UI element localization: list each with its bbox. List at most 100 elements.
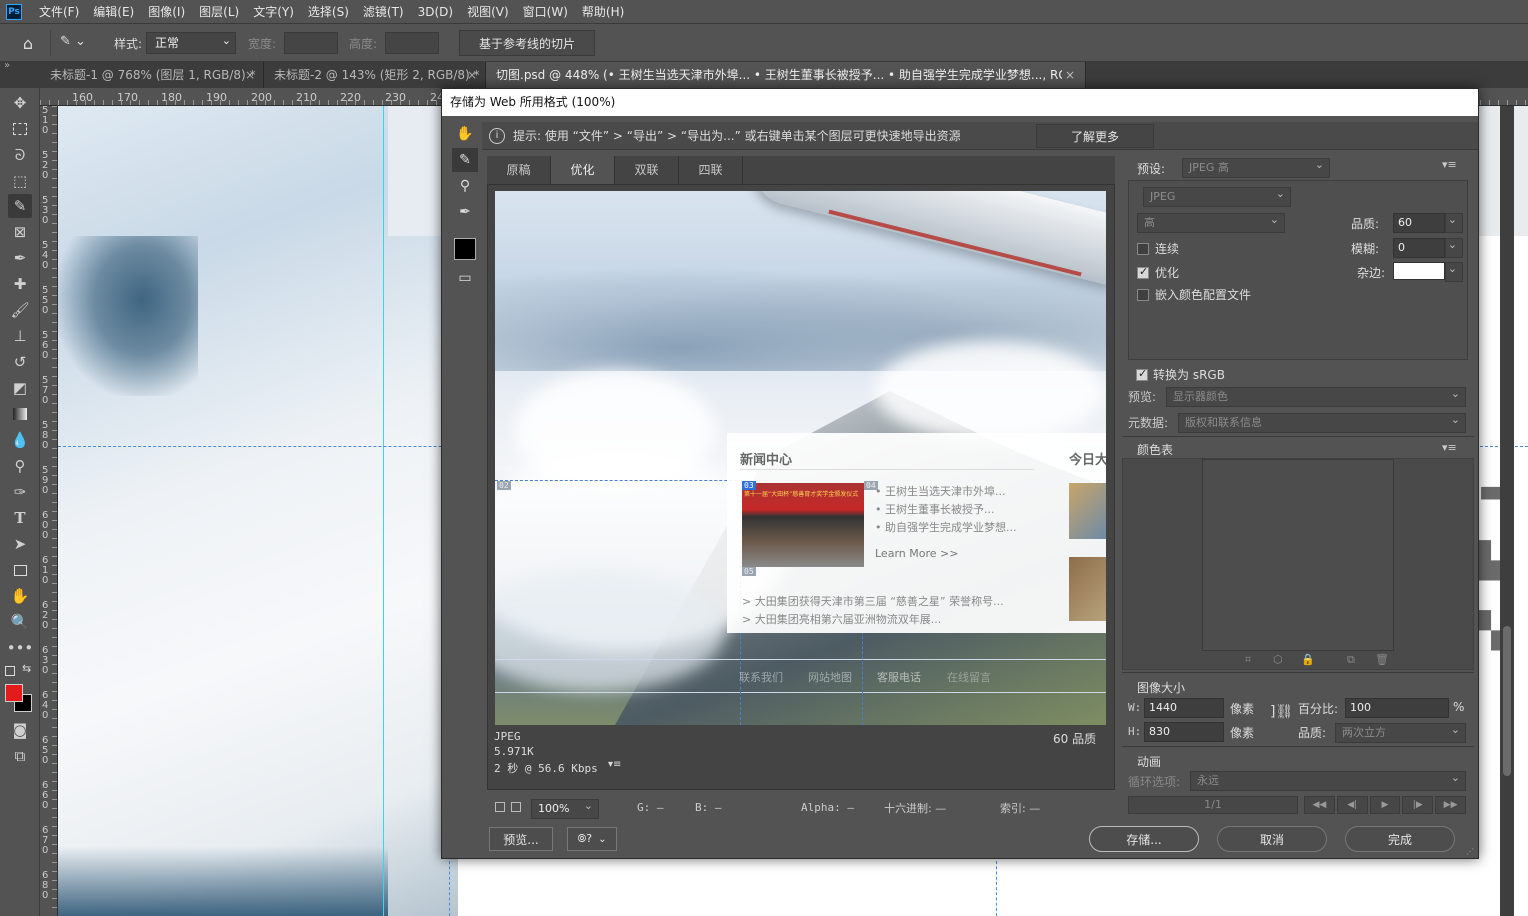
brush-tool-icon[interactable]: 🖌 — [8, 298, 32, 322]
previous-frame-icon[interactable]: ◀| — [1336, 796, 1368, 814]
footer-link[interactable]: 联系我们 — [739, 669, 783, 685]
loop-options-select[interactable]: 永远 — [1190, 769, 1466, 791]
healing-brush-tool-icon[interactable]: ✚ — [8, 272, 32, 296]
eyedropper-tool-icon[interactable]: ✒ — [8, 246, 32, 270]
play-icon[interactable]: ▶ — [1369, 796, 1401, 814]
gradient-tool-icon[interactable] — [8, 402, 32, 426]
slice-badge[interactable]: 03 — [742, 481, 756, 490]
menu-file[interactable]: 文件(F) — [32, 0, 86, 24]
percent-input[interactable]: 100 — [1345, 698, 1449, 718]
eyedropper-tool-icon[interactable]: ✒ — [452, 200, 478, 224]
preview-in-browser-button[interactable]: 预览... — [489, 827, 553, 851]
history-brush-tool-icon[interactable]: ↺ — [8, 350, 32, 374]
foreground-color-swatch[interactable] — [5, 684, 23, 702]
close-icon[interactable]: × — [245, 62, 255, 88]
headline-item[interactable]: • 助自强学生完成学业梦想... — [875, 519, 1017, 535]
height-input[interactable]: 830 — [1144, 722, 1224, 742]
menu-image[interactable]: 图像(I) — [141, 0, 192, 24]
zoom-tool-icon[interactable]: ⚲ — [452, 174, 478, 198]
menu-filter[interactable]: 滤镜(T) — [356, 0, 411, 24]
clone-stamp-tool-icon[interactable]: ⊥ — [8, 324, 32, 348]
quality-input[interactable]: 60 — [1393, 213, 1445, 233]
lasso-tool-icon[interactable]: ᘐ — [8, 143, 32, 167]
convert-srgb-checkbox[interactable] — [1136, 367, 1148, 381]
menu-edit[interactable]: 编辑(E) — [86, 0, 141, 24]
lock-icon[interactable]: 🔒 — [1301, 653, 1315, 666]
format-select[interactable]: JPEG — [1143, 185, 1291, 207]
new-color-icon[interactable]: ⧉ — [1347, 653, 1355, 667]
metadata-select[interactable]: 版权和联系信息 — [1178, 411, 1466, 433]
hand-tool-icon[interactable]: ✋ — [452, 122, 478, 146]
cancel-button[interactable]: 取消 — [1217, 826, 1327, 852]
tab-qietu-psd[interactable]: 切图.psd @ 448% (• 王树生当选天津市外埠... • 王树生董事长被… — [486, 62, 1086, 88]
download-speed-menu-icon[interactable]: ▾≡ — [608, 759, 621, 770]
tab-4-up[interactable]: 四联 — [679, 156, 743, 184]
matte-color-swatch[interactable] — [1393, 262, 1445, 280]
next-frame-icon[interactable]: |▶ — [1402, 796, 1434, 814]
learn-more-button[interactable]: 了解更多 — [1036, 124, 1154, 148]
move-tool-icon[interactable]: ✥ — [8, 91, 32, 115]
width-input[interactable] — [284, 32, 338, 54]
slice-badge[interactable]: 05 — [742, 567, 756, 576]
optimized-checkbox[interactable] — [1137, 265, 1149, 279]
tab-original[interactable]: 原稿 — [487, 156, 551, 184]
menu-layer[interactable]: 图层(L) — [192, 0, 246, 24]
blur-input[interactable]: 0 — [1393, 238, 1445, 258]
menu-select[interactable]: 选择(S) — [301, 0, 356, 24]
object-selection-tool-icon[interactable]: ⬚ — [8, 169, 32, 193]
slice-badge[interactable]: 04 — [864, 481, 878, 490]
more-tools-icon[interactable]: ••• — [7, 636, 34, 660]
swap-colors-icon[interactable]: ⇆ — [22, 662, 31, 675]
tab-untitled-2[interactable]: 未标题-2 @ 143% (矩形 2, RGB/8) * × — [264, 62, 486, 88]
panel-collapse-icon[interactable]: » — [4, 60, 10, 71]
blur-tool-icon[interactable]: 💧 — [8, 428, 32, 452]
toggle-slices-visibility-icon[interactable]: ▭ — [452, 266, 478, 290]
pen-tool-icon[interactable]: ✑ — [8, 480, 32, 504]
zoom-out-icon[interactable] — [495, 802, 505, 812]
color-table-menu-icon[interactable]: ▾≡ — [1442, 441, 1457, 454]
type-tool-icon[interactable]: T — [8, 506, 32, 530]
eraser-tool-icon[interactable]: ◩ — [8, 376, 32, 400]
save-button[interactable]: 存储... — [1089, 826, 1199, 852]
last-frame-icon[interactable]: ▶▶ — [1435, 796, 1466, 814]
map-color-icon[interactable]: ⌗ — [1245, 653, 1251, 667]
height-input[interactable] — [385, 32, 439, 54]
screen-mode-icon[interactable]: ⧉ — [8, 744, 32, 768]
learn-more-link[interactable]: Learn More >> — [875, 547, 958, 560]
rectangle-tool-icon[interactable] — [8, 558, 32, 582]
default-colors-icon[interactable] — [5, 666, 15, 676]
rectangular-marquee-tool-icon[interactable] — [8, 117, 32, 141]
web-shift-icon[interactable]: ⬡ — [1273, 653, 1283, 666]
slice-badge[interactable]: 02 — [497, 481, 511, 490]
zoom-in-icon[interactable] — [511, 802, 521, 812]
news-list-item[interactable]: > 大田集团亮相第六届亚洲物流双年展... — [742, 611, 941, 627]
resize-grip-icon[interactable]: ⋰ — [1466, 847, 1474, 856]
menu-view[interactable]: 视图(V) — [460, 0, 516, 24]
constrain-proportions-icon[interactable]: ]⛓ — [1270, 704, 1293, 720]
style-select[interactable]: 正常 ⌄ — [146, 32, 236, 54]
headline-item[interactable]: • 王树生董事长被授予... — [875, 501, 995, 517]
footer-link[interactable]: 在线留言 — [947, 669, 991, 685]
close-icon[interactable]: × — [1065, 62, 1075, 88]
frame-tool-icon[interactable]: ⊠ — [8, 220, 32, 244]
close-icon[interactable]: × — [467, 62, 477, 88]
progressive-checkbox[interactable] — [1137, 243, 1149, 255]
quick-mask-icon[interactable]: ◙ — [8, 718, 32, 742]
menu-help[interactable]: 帮助(H) — [575, 0, 631, 24]
width-input[interactable]: 1440 — [1144, 698, 1224, 718]
resample-quality-select[interactable]: 两次立方 — [1335, 721, 1466, 743]
blur-slider-toggle[interactable] — [1445, 236, 1463, 258]
dodge-tool-icon[interactable]: ⚲ — [8, 454, 32, 478]
quality-level-select[interactable]: 高 — [1137, 211, 1285, 233]
optimized-preview-image[interactable]: 新闻中心 今日大 第十一届“大田杯”慈善育才奖学金颁发仪式 • 王树生当选天津市… — [495, 191, 1106, 725]
done-button[interactable]: 完成 — [1345, 826, 1455, 852]
menu-type[interactable]: 文字(Y) — [246, 0, 301, 24]
optimize-menu-icon[interactable]: ▾≡ — [1442, 158, 1457, 171]
path-selection-tool-icon[interactable]: ➤ — [8, 532, 32, 556]
slice-select-tool-icon[interactable]: ✎ — [8, 194, 32, 218]
footer-link[interactable]: 网站地图 — [808, 669, 852, 685]
tab-optimized[interactable]: 优化 — [551, 156, 615, 184]
embed-profile-checkbox[interactable] — [1137, 289, 1149, 301]
slices-from-guides-button[interactable]: 基于参考线的切片 — [459, 30, 595, 56]
matte-select[interactable] — [1445, 260, 1463, 282]
